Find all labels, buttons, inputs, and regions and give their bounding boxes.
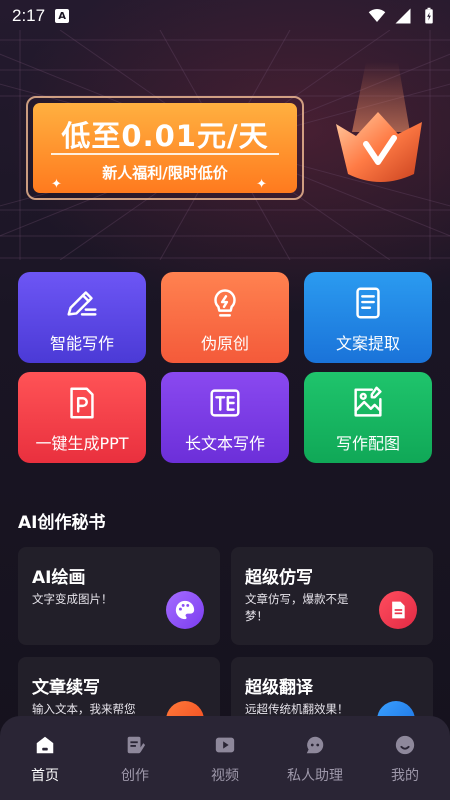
nav-label: 视频 — [211, 768, 239, 784]
tool-label: 写作配图 — [335, 434, 400, 453]
promo-title: 低至0.01元/天 — [61, 119, 269, 153]
tool-writing-illustration[interactable]: 写作配图 — [304, 372, 432, 463]
sparkle-icon: ✦ — [51, 177, 62, 192]
card-title: AI绘画 — [32, 568, 86, 588]
edit-doc-icon — [127, 736, 146, 754]
status-time: 2:17 — [12, 6, 46, 25]
tool-label: 文案提取 — [335, 334, 400, 353]
tool-label: 伪原创 — [200, 334, 249, 353]
pen-icon — [67, 291, 97, 316]
card-super-imitation[interactable]: 超级仿写 文章仿写，爆款不是梦！ — [231, 547, 433, 645]
nav-label: 我的 — [391, 768, 419, 784]
signal-icon — [395, 8, 411, 24]
promo-divider — [51, 153, 279, 155]
chat-bubble-icon — [306, 736, 324, 754]
document-icon — [356, 287, 380, 319]
section-title: AI创作秘书 — [18, 513, 106, 533]
nav-label: 创作 — [121, 768, 149, 784]
promo-banner[interactable]: 低至0.01元/天 新人福利/限时低价 ✦ ✦ — [26, 96, 304, 200]
vip-crown-icon — [336, 62, 422, 182]
notification-a-icon: A — [55, 9, 70, 23]
tool-one-click-ppt[interactable]: 一键生成PPT — [18, 372, 146, 463]
nav-label: 私人助理 — [287, 768, 343, 784]
text-icon — [210, 389, 240, 417]
nav-label: 首页 — [31, 768, 59, 784]
home-icon — [36, 736, 54, 754]
image-icon — [354, 386, 382, 417]
nav-mine[interactable]: 我的 — [365, 734, 445, 785]
status-bar: 2:17 A — [0, 0, 450, 32]
card-title: 文章续写 — [32, 678, 100, 698]
wifi-icon — [368, 8, 386, 22]
nav-assistant[interactable]: 私人助理 — [275, 734, 355, 785]
tool-label: 智能写作 — [49, 334, 114, 353]
ppt-icon — [70, 387, 94, 419]
tool-label: 一键生成PPT — [35, 434, 129, 453]
nav-create[interactable]: 创作 — [95, 734, 175, 785]
card-desc: 文章仿写，爆款不是梦！ — [245, 592, 349, 623]
card-ai-painting[interactable]: AI绘画 文字变成图片！ — [18, 547, 220, 645]
home-screen: 2:17 A 低至0.01元/天 新人福利/限时低价 ✦ ✦ 智能写作 伪原创 … — [0, 0, 450, 800]
palette-icon — [166, 591, 204, 629]
video-play-icon — [215, 737, 235, 753]
document-edit-icon — [379, 591, 417, 629]
card-title: 超级仿写 — [245, 568, 313, 588]
promo-banner-body: 低至0.01元/天 新人福利/限时低价 ✦ ✦ — [33, 103, 297, 193]
battery-icon — [425, 7, 433, 24]
bulb-icon — [214, 289, 236, 317]
tool-copy-extraction[interactable]: 文案提取 — [304, 272, 432, 363]
nav-video[interactable]: 视频 — [185, 734, 265, 785]
tool-pseudo-original[interactable]: 伪原创 — [161, 272, 289, 363]
profile-face-icon — [395, 735, 415, 755]
tool-smart-writing[interactable]: 智能写作 — [18, 272, 146, 363]
bottom-nav: 首页 创作 视频 私人助理 我的 — [0, 716, 450, 800]
nav-home[interactable]: 首页 — [5, 734, 85, 785]
sparkle-icon: ✦ — [256, 177, 267, 192]
tool-long-text-writing[interactable]: 长文本写作 — [161, 372, 289, 463]
card-desc: 文字变成图片！ — [32, 592, 113, 606]
card-title: 超级翻译 — [245, 678, 313, 698]
tool-label: 长文本写作 — [184, 434, 265, 453]
